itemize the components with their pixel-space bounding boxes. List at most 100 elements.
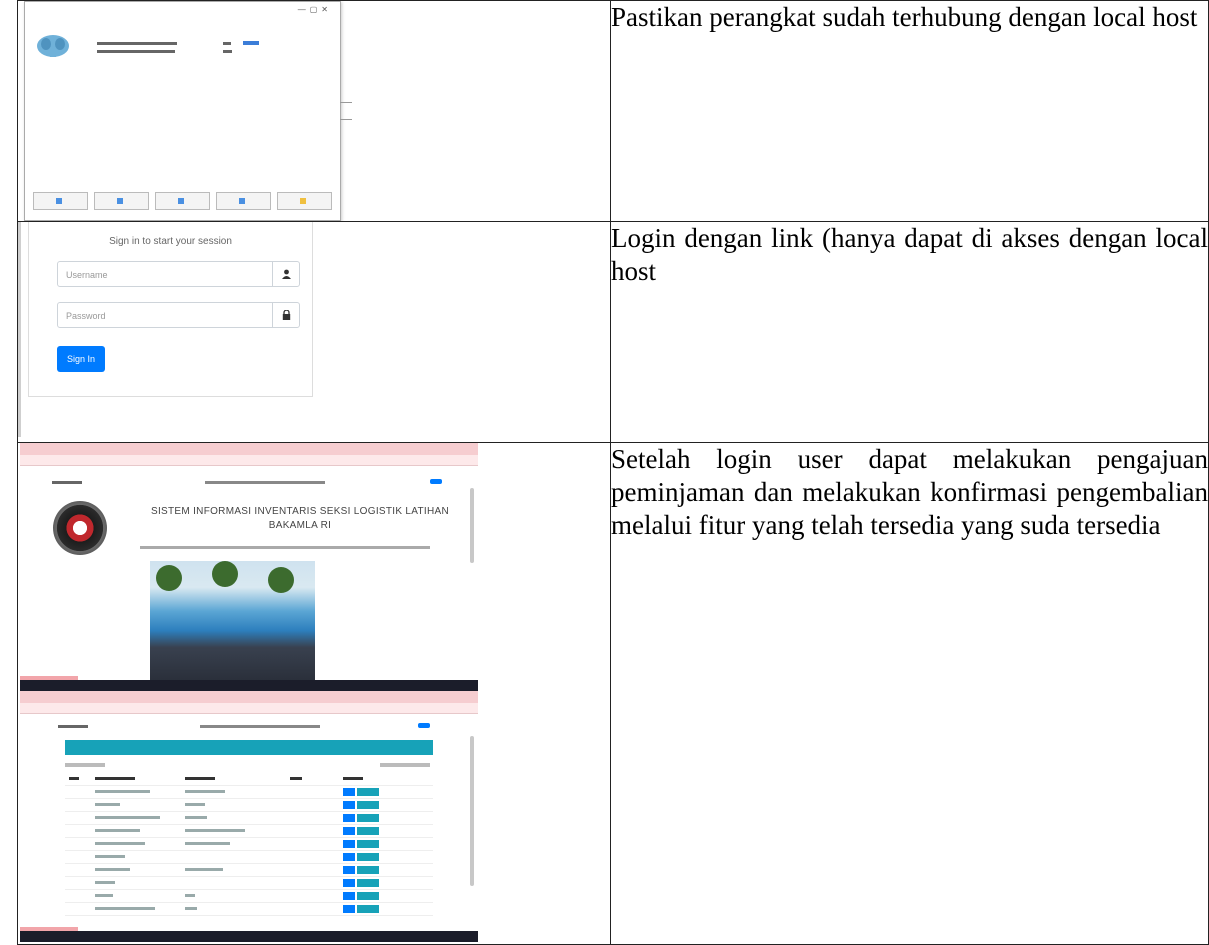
action-button[interactable] <box>357 879 379 887</box>
divider <box>339 101 352 103</box>
edit-button[interactable] <box>343 866 355 874</box>
show-entries[interactable] <box>65 763 105 767</box>
edit-button[interactable] <box>343 892 355 900</box>
action-button[interactable] <box>357 801 379 809</box>
table-row <box>65 799 433 812</box>
os-taskbar <box>20 680 478 691</box>
edit-button[interactable] <box>343 788 355 796</box>
divider <box>339 118 352 120</box>
logout-button[interactable] <box>418 723 430 728</box>
browser-tabbar <box>20 443 478 455</box>
quit-button[interactable] <box>277 192 332 210</box>
table-row <box>65 851 433 864</box>
scrollbar[interactable] <box>470 488 474 563</box>
description-text: Login dengan link (hanya dapat di akses … <box>610 221 1209 443</box>
edit-button[interactable] <box>343 853 355 861</box>
hero-title: SISTEM INFORMASI INVENTARIS SEKSI LOGIST… <box>150 506 449 531</box>
nav-links[interactable] <box>205 481 325 484</box>
screenshot-cell: Sign in to start your session Username P… <box>17 221 611 443</box>
nav-links[interactable] <box>200 725 320 728</box>
control-button-row <box>33 192 332 210</box>
bakamla-emblem <box>53 501 107 555</box>
button-icon <box>56 198 62 204</box>
table-row <box>65 864 433 877</box>
window-controls: —▢✕ <box>297 5 332 14</box>
browser-tabbar <box>20 691 478 703</box>
table-row <box>65 903 433 916</box>
edit-button[interactable] <box>343 814 355 822</box>
action-button[interactable] <box>357 814 379 822</box>
palm-tree <box>268 567 294 593</box>
search-input[interactable] <box>380 763 430 767</box>
brand-text <box>58 725 88 728</box>
table-row <box>65 786 433 799</box>
table-row <box>65 890 433 903</box>
edit-button[interactable] <box>343 879 355 887</box>
table-row: SISTEM INFORMASI INVENTARIS SEKSI LOGIST… <box>17 442 1209 945</box>
screenshot-cell: —▢✕ <box>17 0 611 222</box>
screenshot-cell: SISTEM INFORMASI INVENTARIS SEKSI LOGIST… <box>17 442 611 945</box>
brand-text <box>52 481 82 484</box>
table-row <box>65 812 433 825</box>
palm-tree <box>212 561 238 587</box>
scrollbar[interactable] <box>470 736 474 886</box>
action-button[interactable] <box>357 788 379 796</box>
password-placeholder: Password <box>66 311 106 321</box>
action-button[interactable] <box>357 866 379 874</box>
status-link[interactable] <box>243 41 259 45</box>
home-page-screenshot: SISTEM INFORMASI INVENTARIS SEKSI LOGIST… <box>20 443 478 691</box>
control-panel-window: —▢✕ <box>24 1 341 221</box>
user-icon <box>272 261 299 287</box>
palm-tree <box>156 565 182 591</box>
item-table <box>65 773 433 916</box>
scrollbar <box>18 222 21 437</box>
table-row: Sign in to start your session Username P… <box>17 221 1209 443</box>
port-value <box>223 42 231 45</box>
edit-button[interactable] <box>343 801 355 809</box>
table-header <box>65 773 433 786</box>
login-screenshot: Sign in to start your session Username P… <box>18 222 610 437</box>
port-value <box>223 50 232 53</box>
login-title: Sign in to start your session <box>109 236 232 247</box>
button-icon <box>117 198 123 204</box>
button-icon <box>178 198 184 204</box>
table-row <box>65 877 433 890</box>
page-title-bar <box>65 740 433 755</box>
log-line <box>97 50 175 53</box>
team-photo <box>150 561 315 681</box>
edit-button[interactable] <box>343 840 355 848</box>
action-button[interactable] <box>357 827 379 835</box>
item-list-screenshot <box>20 691 478 942</box>
action-button[interactable] <box>357 853 379 861</box>
username-input[interactable]: Username <box>57 261 300 287</box>
description-text: Setelah login user dapat melakukan penga… <box>610 442 1209 945</box>
control-button[interactable] <box>155 192 210 210</box>
username-placeholder: Username <box>66 270 108 280</box>
hero-subtitle <box>140 546 430 549</box>
control-button[interactable] <box>94 192 149 210</box>
action-button[interactable] <box>357 892 379 900</box>
login-card: Sign in to start your session Username P… <box>28 222 313 397</box>
control-button[interactable] <box>33 192 88 210</box>
edit-button[interactable] <box>343 905 355 913</box>
password-input[interactable]: Password <box>57 302 300 328</box>
table-row <box>65 838 433 851</box>
button-icon <box>300 198 306 204</box>
log-line <box>97 42 177 45</box>
logout-button[interactable] <box>430 479 442 484</box>
lock-icon <box>272 302 299 328</box>
sign-in-button[interactable]: Sign In <box>57 346 105 372</box>
browser-address-bar <box>20 455 478 466</box>
control-button[interactable] <box>216 192 271 210</box>
app-logo-icon <box>37 35 69 57</box>
button-icon <box>239 198 245 204</box>
os-taskbar <box>20 931 478 942</box>
table-row <box>65 825 433 838</box>
table-row: —▢✕ Pastikan perangkat sudah terhubung d… <box>17 0 1209 222</box>
window-titlebar <box>25 2 340 20</box>
action-button[interactable] <box>357 905 379 913</box>
edit-button[interactable] <box>343 827 355 835</box>
action-button[interactable] <box>357 840 379 848</box>
browser-address-bar <box>20 703 478 714</box>
document-table: —▢✕ Pastikan perangkat sudah terhubung d… <box>17 0 1209 945</box>
